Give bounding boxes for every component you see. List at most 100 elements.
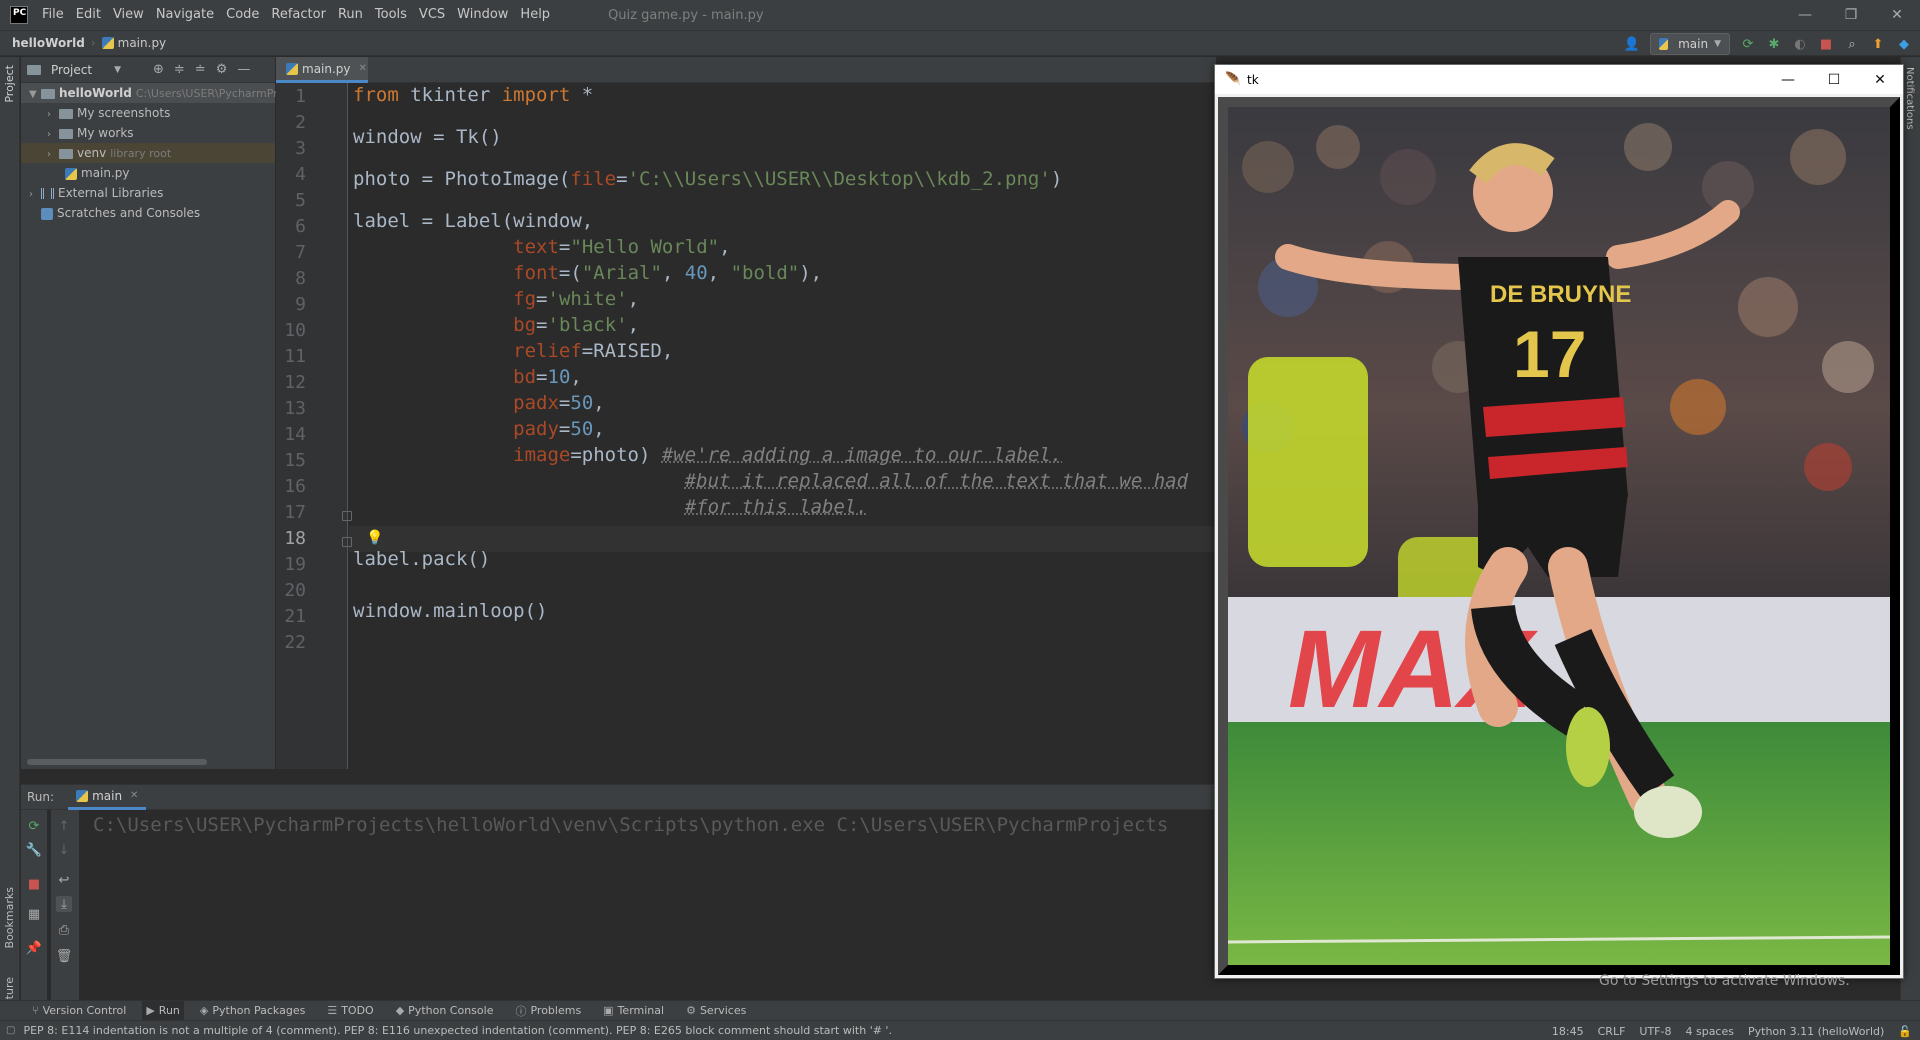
chevron-right-icon[interactable]: ›: [47, 105, 59, 125]
minimize-icon[interactable]: —: [1782, 0, 1828, 30]
update-icon[interactable]: ⬆: [1870, 36, 1886, 52]
expand-all-icon[interactable]: ≑: [174, 62, 185, 77]
notifications-stripe-button[interactable]: Notifications: [1904, 67, 1915, 130]
chevron-down-icon[interactable]: ▼: [29, 85, 41, 105]
tab-problems[interactable]: ⓘ Problems: [515, 1003, 581, 1019]
search-icon[interactable]: ⌕: [1844, 36, 1860, 52]
line-number: 16: [284, 476, 306, 497]
close-tab-icon[interactable]: ✕: [130, 790, 138, 801]
file-encoding[interactable]: UTF-8: [1639, 1025, 1671, 1038]
locate-icon[interactable]: ⊕: [153, 62, 164, 77]
tree-item-scratches[interactable]: Scratches and Consoles: [21, 203, 275, 223]
project-title[interactable]: Project: [51, 63, 92, 77]
status-message[interactable]: PEP 8: E114 indentation is not a multipl…: [23, 1024, 892, 1037]
stop-icon[interactable]: ■: [1818, 36, 1834, 52]
tk-minimize-icon[interactable]: —: [1765, 65, 1811, 94]
chevron-right-icon[interactable]: ›: [47, 125, 59, 145]
project-horizontal-scrollbar[interactable]: [27, 759, 207, 765]
chevron-down-icon[interactable]: ▼: [114, 65, 121, 75]
run-toolbar-secondary: ↑ ↓ ↩ ⤓ ⎙ 🗑: [51, 810, 79, 1008]
indent-setting[interactable]: 4 spaces: [1685, 1025, 1734, 1038]
menu-file[interactable]: File: [36, 0, 70, 30]
caret-position[interactable]: 18:45: [1552, 1025, 1584, 1038]
tree-item-root[interactable]: ▼ helloWorld C:\Users\USER\PycharmPro: [21, 83, 284, 105]
run-configuration-select[interactable]: main ▼: [1650, 33, 1730, 55]
breadcrumb-separator: ›: [90, 36, 96, 50]
close-icon[interactable]: ✕: [1874, 0, 1920, 30]
breadcrumb-project[interactable]: helloWorld: [12, 36, 85, 50]
user-icon[interactable]: 👤: [1624, 36, 1640, 52]
wrench-icon[interactable]: 🔧: [26, 842, 42, 858]
tk-close-icon[interactable]: ✕: [1857, 65, 1903, 94]
hide-icon[interactable]: —: [237, 62, 250, 77]
tab-version-control[interactable]: ⑂ Version Control: [32, 1004, 126, 1017]
code-line-1: from tkinter import *: [353, 84, 594, 106]
soft-wrap-icon[interactable]: ↩: [56, 872, 72, 888]
gear-icon[interactable]: ⚙: [216, 62, 228, 77]
menu-run[interactable]: Run: [332, 0, 369, 30]
breadcrumb-file[interactable]: main.py: [118, 36, 167, 50]
code-editor[interactable]: from tkinter import * window = Tk() phot…: [349, 83, 1216, 769]
line-number: 2: [295, 112, 306, 133]
tree-item-venv[interactable]: › venv library root: [21, 143, 275, 163]
chevron-right-icon[interactable]: ›: [29, 185, 41, 205]
tree-item-main-py[interactable]: main.py: [21, 163, 275, 183]
menu-vcs[interactable]: VCS: [413, 0, 451, 30]
collapse-all-icon[interactable]: ≐: [195, 62, 206, 77]
close-tab-icon[interactable]: ✕: [359, 63, 367, 74]
menu-refactor[interactable]: Refactor: [265, 0, 332, 30]
arrow-down-icon[interactable]: ↓: [56, 842, 72, 858]
package-icon: ◈: [199, 1004, 209, 1017]
jersey-number: 17: [1513, 317, 1586, 391]
trash-icon[interactable]: 🗑: [56, 948, 73, 964]
run-toolbar-primary: ⟳ 🔧 ■ ▦ 📌: [21, 810, 47, 1008]
tab-main-py[interactable]: main.py ✕: [276, 57, 368, 83]
menu-window[interactable]: Window: [451, 0, 514, 30]
scroll-to-end-icon[interactable]: ⤓: [56, 896, 72, 912]
project-stripe-button[interactable]: Project: [3, 65, 16, 103]
jetbrains-icon[interactable]: ◆: [1896, 36, 1912, 52]
left-tool-stripe: Project Bookmarks Structure: [0, 57, 20, 1028]
menu-code[interactable]: Code: [220, 0, 265, 30]
chevron-right-icon[interactable]: ›: [47, 145, 59, 165]
print-icon[interactable]: ⎙: [56, 922, 72, 938]
code-line-22: window.mainloop(): [353, 600, 548, 622]
menu-help[interactable]: Help: [514, 0, 556, 30]
fold-marker-icon[interactable]: [342, 537, 352, 547]
pycharm-logo-icon: PC: [10, 6, 28, 24]
debug-icon[interactable]: ✱: [1766, 36, 1782, 52]
rerun-icon[interactable]: ⟳: [1740, 36, 1756, 52]
run-tab-main[interactable]: main ✕: [68, 784, 147, 810]
stop-icon[interactable]: ■: [26, 876, 42, 892]
status-toggle-icon[interactable]: ▢: [6, 1025, 15, 1036]
code-line-13: bd=10,: [513, 366, 582, 388]
tk-titlebar[interactable]: 🪶 tk — ☐ ✕: [1215, 65, 1903, 94]
menu-tools[interactable]: Tools: [369, 0, 413, 30]
tab-services[interactable]: ⚙ Services: [686, 1004, 746, 1017]
menu-view[interactable]: View: [107, 0, 150, 30]
restore-icon[interactable]: ❐: [1828, 0, 1874, 30]
fold-marker-icon[interactable]: [342, 511, 352, 521]
line-separator[interactable]: CRLF: [1598, 1025, 1626, 1038]
tab-terminal[interactable]: ▣ Terminal: [603, 1004, 664, 1017]
tab-python-console[interactable]: ◆ Python Console: [396, 1004, 494, 1017]
coverage-icon[interactable]: ◐: [1792, 36, 1808, 52]
menu-navigate[interactable]: Navigate: [150, 0, 220, 30]
tree-item-external-libraries[interactable]: › External Libraries: [21, 183, 275, 203]
tk-maximize-icon[interactable]: ☐: [1811, 65, 1857, 94]
tab-run[interactable]: ▶ Run: [142, 1000, 184, 1021]
pin-icon[interactable]: 📌: [26, 940, 42, 956]
tab-todo[interactable]: ☰ TODO: [327, 1004, 373, 1017]
layout-icon[interactable]: ▦: [26, 906, 42, 922]
menu-edit[interactable]: Edit: [70, 0, 107, 30]
rerun-icon[interactable]: ⟳: [26, 818, 42, 834]
tab-python-packages[interactable]: ◈ Python Packages: [200, 1004, 305, 1017]
run-console[interactable]: C:\Users\USER\PycharmProjects\helloWorld…: [80, 810, 1216, 1008]
lightbulb-icon[interactable]: 💡: [366, 530, 383, 546]
python-interpreter[interactable]: Python 3.11 (helloWorld): [1748, 1025, 1884, 1038]
tree-item-screenshots[interactable]: › My screenshots: [21, 103, 275, 123]
lock-icon[interactable]: 🔓: [1898, 1025, 1912, 1038]
bookmarks-stripe-button[interactable]: Bookmarks: [3, 887, 16, 948]
arrow-up-icon[interactable]: ↑: [56, 818, 72, 834]
tree-item-works[interactable]: › My works: [21, 123, 275, 143]
